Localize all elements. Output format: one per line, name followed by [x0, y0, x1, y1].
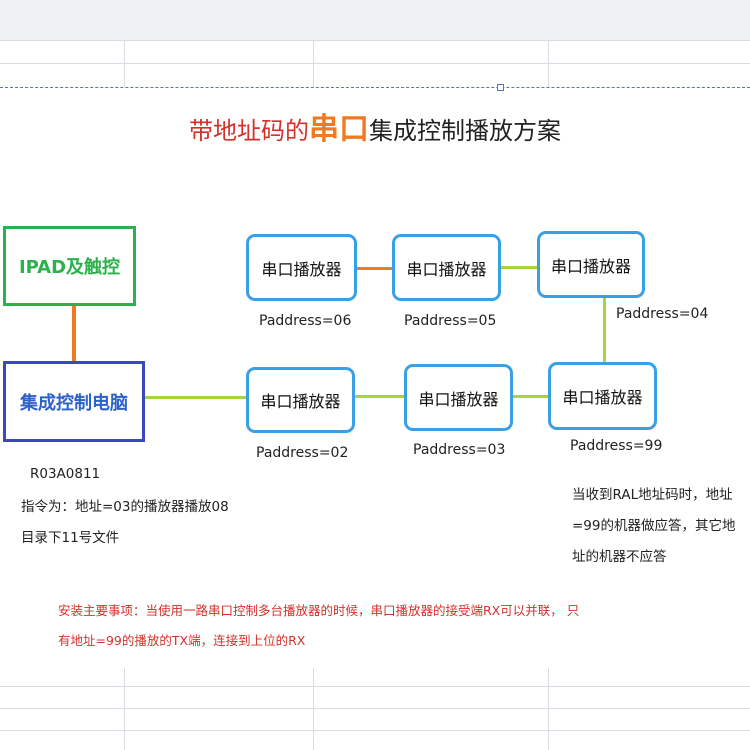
- grid-line: [313, 668, 314, 750]
- player-label: 串口播放器: [260, 392, 341, 411]
- diagram-title: 带地址码的串口集成控制播放方案: [0, 112, 750, 149]
- player-p06: 串口播放器: [246, 234, 357, 301]
- address-label-02: Paddress=02: [256, 445, 349, 461]
- player-p99: 串口播放器: [548, 362, 657, 430]
- player-label: 串口播放器: [418, 389, 499, 409]
- response-line-3: 址的机器不应答: [572, 549, 667, 565]
- wire-p05-p04: [500, 266, 538, 269]
- wire-p03-p99: [512, 395, 549, 398]
- wire-p04-p99: [603, 297, 606, 362]
- grid-line: [124, 668, 125, 750]
- player-p05: 串口播放器: [392, 234, 501, 301]
- address-label-04: Paddress=04: [616, 306, 709, 322]
- pc-node: 集成控制电脑: [3, 361, 145, 442]
- spreadsheet-toolbar: [0, 0, 750, 40]
- pc-label: 集成控制电脑: [20, 392, 128, 414]
- command-description: 指令为：地址=03的播放器播放08 目录下11号文件: [21, 492, 251, 554]
- grid-line: [0, 686, 750, 687]
- grid-line: [124, 40, 125, 87]
- wire-ipad-pc: [72, 305, 76, 362]
- player-label: 串口播放器: [261, 259, 342, 279]
- selection-border: [0, 87, 750, 88]
- response-line-2: =99的机器做应答，其它地: [572, 518, 736, 534]
- command-line-1: 指令为：地址=03的播放器播放08: [21, 499, 229, 515]
- grid-line: [313, 40, 314, 87]
- warning-line-1: 安装主要事项：当使用一路串口控制多台播放器的时候，串口播放器的接受端RX可以并联…: [58, 603, 580, 618]
- response-note: 当收到RAL地址码时，地址 =99的机器做应答，其它地 址的机器不应答: [572, 480, 747, 573]
- grid-line: [548, 668, 549, 750]
- player-label: 串口播放器: [406, 259, 487, 279]
- player-p02: 串口播放器: [246, 367, 355, 433]
- grid-line: [0, 40, 750, 41]
- player-p03: 串口播放器: [404, 364, 513, 431]
- player-label: 串口播放器: [550, 256, 631, 276]
- grid-line: [0, 708, 750, 709]
- wire-pc-p02: [145, 396, 246, 399]
- grid-line: [548, 40, 549, 87]
- command-line-2: 目录下11号文件: [21, 530, 120, 546]
- grid-line: [0, 730, 750, 731]
- address-label-06: Paddress=06: [259, 313, 352, 329]
- response-line-1: 当收到RAL地址码时，地址: [572, 487, 733, 503]
- command-code: R03A0811: [30, 466, 101, 482]
- title-part-2: 串口: [309, 112, 369, 147]
- player-p04: 串口播放器: [537, 231, 645, 298]
- ipad-node: IPAD及触控: [3, 226, 136, 306]
- resize-handle[interactable]: [497, 84, 504, 91]
- address-label-99: Paddress=99: [570, 438, 663, 454]
- address-label-05: Paddress=05: [404, 313, 497, 329]
- installation-notes: 安装主要事项：当使用一路串口控制多台播放器的时候，串口播放器的接受端RX可以并联…: [58, 596, 658, 656]
- grid-line: [0, 63, 750, 64]
- wire-p02-p03: [354, 395, 405, 398]
- address-label-03: Paddress=03: [413, 442, 506, 458]
- wire-p06-p05: [357, 267, 393, 270]
- player-label: 串口播放器: [562, 388, 643, 407]
- title-part-1: 带地址码的: [189, 117, 309, 145]
- warning-line-2: 有地址=99的播放的TX端，连接到上位的RX: [58, 633, 306, 648]
- title-part-3: 集成控制播放方案: [369, 117, 561, 145]
- ipad-label: IPAD及触控: [18, 257, 121, 278]
